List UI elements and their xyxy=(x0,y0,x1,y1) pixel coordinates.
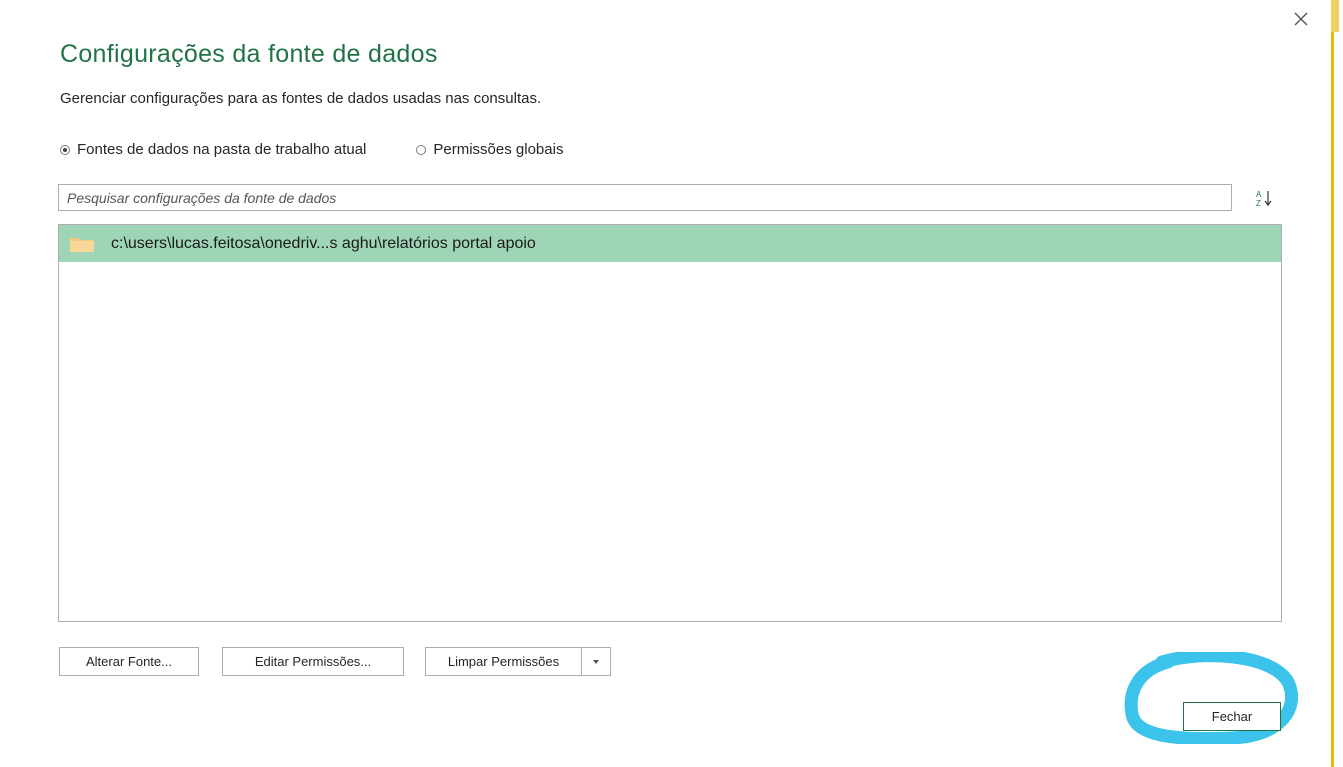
folder-icon xyxy=(70,237,94,252)
radio-checked-icon xyxy=(60,144,70,155)
close-button[interactable]: Fechar xyxy=(1183,702,1281,731)
close-icon xyxy=(1294,12,1308,26)
window-edge-accent xyxy=(1331,0,1334,767)
radio-unchecked-icon xyxy=(416,144,427,155)
list-item[interactable]: c:\users\lucas.feitosa\onedriv...s aghu\… xyxy=(59,225,1281,262)
data-source-list: c:\users\lucas.feitosa\onedriv...s aghu\… xyxy=(58,224,1282,622)
sort-a-z-icon: A Z xyxy=(1256,190,1272,208)
sort-button[interactable]: A Z xyxy=(1247,184,1281,211)
radio-current-workbook[interactable]: Fontes de dados na pasta de trabalho atu… xyxy=(60,141,366,158)
dialog-subtitle: Gerenciar configurações para as fontes d… xyxy=(60,90,542,107)
svg-text:A: A xyxy=(1256,190,1262,199)
svg-text:Z: Z xyxy=(1256,199,1261,208)
search-input[interactable] xyxy=(58,184,1232,211)
radio-global-permissions[interactable]: Permissões globais xyxy=(416,141,563,158)
edit-permissions-button[interactable]: Editar Permissões... xyxy=(222,647,404,676)
window-edge-accent-top xyxy=(1331,0,1339,32)
data-source-settings-dialog: Configurações da fonte de dados Gerencia… xyxy=(0,0,1343,767)
clear-permissions-button[interactable]: Limpar Permissões xyxy=(425,647,581,676)
scope-radio-group: Fontes de dados na pasta de trabalho atu… xyxy=(60,141,563,158)
change-source-button[interactable]: Alterar Fonte... xyxy=(59,647,199,676)
dialog-title: Configurações da fonte de dados xyxy=(60,40,438,68)
clear-permissions-split-button: Limpar Permissões xyxy=(425,647,611,676)
radio-current-workbook-label: Fontes de dados na pasta de trabalho atu… xyxy=(77,141,367,158)
list-item-label: c:\users\lucas.feitosa\onedriv...s aghu\… xyxy=(111,234,536,252)
close-dialog-button[interactable] xyxy=(1290,8,1312,30)
radio-global-permissions-label: Permissões globais xyxy=(433,141,564,158)
clear-permissions-dropdown[interactable] xyxy=(581,647,611,676)
chevron-down-icon xyxy=(593,659,599,664)
